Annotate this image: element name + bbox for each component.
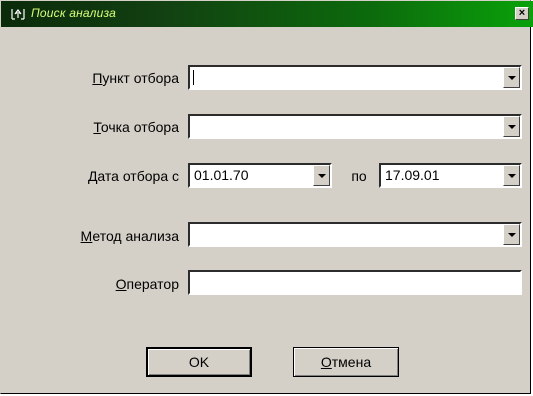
title-bar: Поиск анализа ×	[1, 1, 533, 27]
method-label: Метод анализа	[80, 228, 179, 244]
method-combo[interactable]	[188, 222, 522, 247]
date-to-label: по	[351, 168, 367, 184]
sampling-spot-dropdown-button[interactable]	[503, 116, 520, 137]
text-caret	[193, 70, 194, 85]
date-to-combo[interactable]: 17.09.01	[379, 163, 522, 188]
sampling-spot-combo[interactable]	[188, 114, 522, 139]
sampling-point-dropdown-button[interactable]	[503, 67, 520, 88]
close-button[interactable]: ×	[515, 7, 529, 20]
date-from-combo[interactable]: 01.01.70	[188, 163, 332, 188]
app-icon	[11, 9, 25, 20]
operator-label: Оператор	[115, 276, 179, 292]
date-from-dropdown-button[interactable]	[313, 165, 330, 186]
date-from-label: Дата отбора с	[87, 168, 179, 184]
window-title: Поиск анализа	[31, 6, 117, 20]
method-dropdown-button[interactable]	[503, 224, 520, 245]
close-icon: ×	[518, 7, 526, 19]
cancel-button[interactable]: Отмена	[293, 347, 399, 377]
sampling-spot-label: Точка отбора	[93, 119, 179, 135]
ok-button[interactable]: OK	[146, 347, 252, 377]
sampling-point-combo[interactable]	[188, 65, 522, 90]
date-to-dropdown-button[interactable]	[503, 165, 520, 186]
operator-field[interactable]	[188, 270, 522, 295]
sampling-point-label: Пункт отбора	[92, 70, 179, 86]
search-dialog: Поиск анализа × Пункт отбора Точка отбор…	[0, 0, 533, 394]
